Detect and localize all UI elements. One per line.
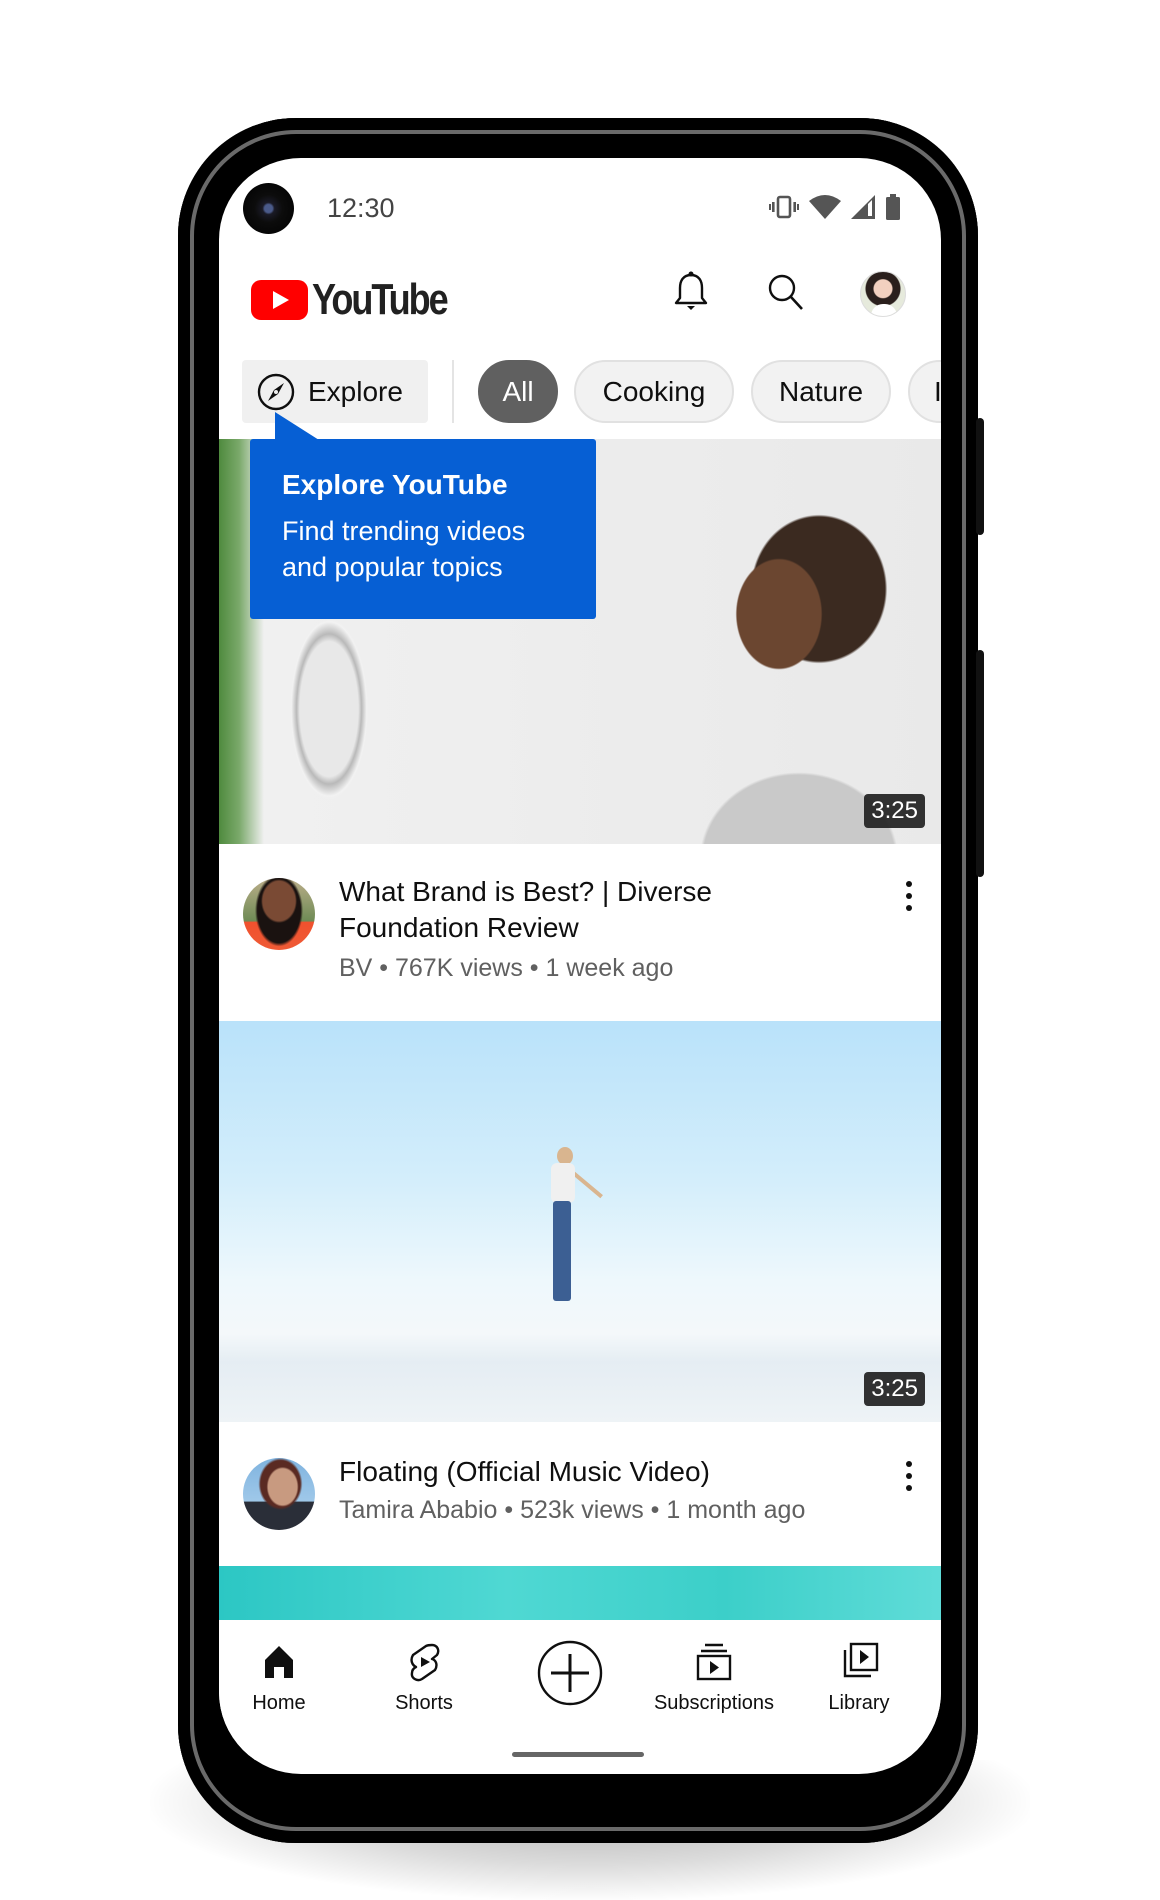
category-chips: Explore All Cooking Nature I: [219, 360, 941, 423]
chip-nature[interactable]: Nature: [751, 360, 891, 423]
explore-tooltip[interactable]: Explore YouTube Find trending videos and…: [250, 439, 596, 619]
shorts-icon: [410, 1643, 440, 1682]
video-subtitle: Tamira Ababio • 523k views • 1 month ago: [339, 1496, 806, 1524]
duration-badge: 3:25: [864, 794, 925, 828]
vibrate-icon: [769, 195, 799, 219]
tooltip-body-line1: Find trending videos: [282, 516, 526, 546]
nav-label: Library: [828, 1692, 890, 1714]
video-title[interactable]: What Brand is Best? | Diverse Foundation…: [339, 874, 859, 946]
explore-label: Explore: [308, 375, 403, 407]
logo-text: YouTube: [312, 275, 449, 324]
create-icon: [537, 1640, 603, 1706]
nav-subscriptions[interactable]: Subscriptions: [639, 1640, 789, 1715]
tooltip-title: Explore YouTube: [282, 469, 508, 500]
status-icons: [769, 194, 901, 220]
more-options-icon[interactable]: [899, 878, 919, 918]
video-subtitle: BV • 767K views • 1 week ago: [339, 954, 674, 982]
channel-avatar[interactable]: [243, 1458, 315, 1530]
chip-cooking[interactable]: Cooking: [574, 360, 734, 423]
video-title[interactable]: Floating (Official Music Video): [339, 1454, 859, 1490]
chip-more[interactable]: I: [908, 360, 941, 423]
battery-icon: [886, 194, 900, 220]
nav-label: Shorts: [395, 1692, 453, 1714]
phone-screen: 12:30 YouTube Explore All Cooking Nature…: [219, 158, 941, 1774]
more-options-icon[interactable]: [899, 1458, 919, 1498]
video-thumbnail[interactable]: [219, 1566, 941, 1620]
front-camera: [243, 183, 294, 234]
bottom-nav: Home Shorts Subscriptions Library: [219, 1620, 941, 1760]
chip-all[interactable]: All: [478, 360, 558, 423]
nav-label: Subscriptions: [653, 1692, 775, 1714]
youtube-logo[interactable]: YouTube: [251, 275, 476, 325]
nav-create[interactable]: [495, 1640, 645, 1706]
subscriptions-icon: [696, 1643, 732, 1681]
status-time: 12:30: [327, 193, 395, 223]
home-icon: [265, 1646, 293, 1678]
volume-button: [976, 650, 984, 877]
nav-library[interactable]: Library: [784, 1640, 934, 1715]
nav-home[interactable]: Home: [219, 1640, 354, 1715]
tooltip-body-line2: and popular topics: [282, 552, 503, 582]
tooltip-pointer: [275, 412, 319, 440]
compass-icon: [257, 373, 295, 410]
chips-divider: [452, 360, 454, 423]
video-thumbnail[interactable]: 3:25: [219, 1021, 941, 1422]
library-icon: [843, 1642, 879, 1678]
power-button: [976, 418, 984, 535]
home-indicator[interactable]: [512, 1752, 644, 1757]
cell-signal-icon: [851, 195, 875, 219]
thumbnail-figure: [537, 1147, 603, 1312]
nav-label: Home: [252, 1692, 306, 1714]
account-avatar[interactable]: [860, 271, 906, 317]
search-icon[interactable]: [764, 271, 808, 315]
nav-shorts[interactable]: Shorts: [349, 1640, 499, 1715]
explore-chip[interactable]: Explore: [242, 360, 428, 423]
play-logo-icon: [251, 280, 308, 320]
bell-icon[interactable]: [669, 270, 713, 314]
duration-badge: 3:25: [864, 1372, 925, 1406]
wifi-icon: [809, 195, 841, 219]
channel-avatar[interactable]: [243, 878, 315, 950]
